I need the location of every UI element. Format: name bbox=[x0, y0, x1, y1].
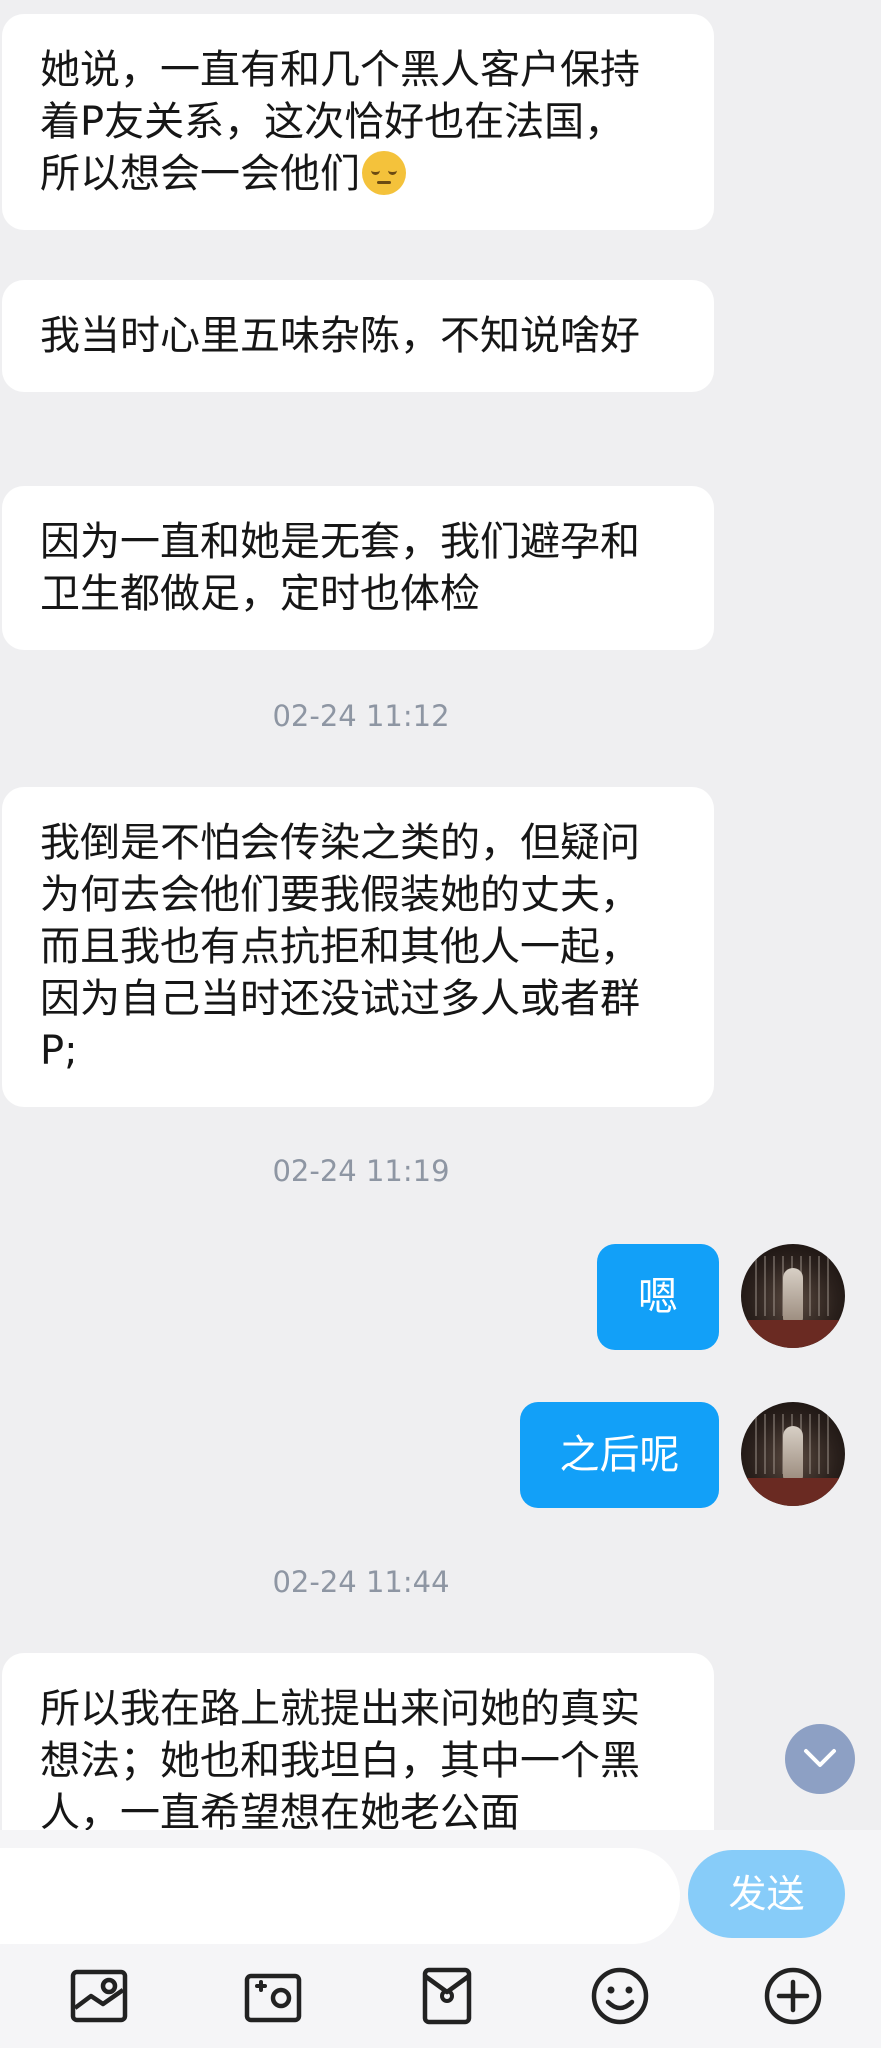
bottom-toolbar bbox=[0, 1948, 881, 2048]
message-text: 所以我在路上就提出来问她的真实想法；她也和我坦白，其中一个黑人，一直希望想在她老… bbox=[40, 1686, 640, 1830]
plus-icon[interactable] bbox=[761, 1964, 825, 2028]
timestamp: 02-24 11:19 bbox=[272, 1154, 450, 1188]
message-text: 我倒是不怕会传染之类的，但疑问为何去会他们要我假装她的丈夫，而且我也有点抗拒和其… bbox=[40, 820, 640, 1074]
message-bubble-incoming[interactable]: 她说，一直有和几个黑人客户保持着P友关系，这次恰好也在法国，所以想会一会他们 bbox=[2, 14, 714, 230]
message-text: 我当时心里五味杂陈，不知说啥好 bbox=[40, 313, 640, 359]
message-text: 之后呢 bbox=[559, 1432, 680, 1478]
chat-message-list[interactable]: 她说，一直有和几个黑人客户保持着P友关系，这次恰好也在法国，所以想会一会他们 我… bbox=[0, 0, 881, 1830]
message-text: 嗯 bbox=[638, 1274, 678, 1320]
message-input[interactable] bbox=[0, 1848, 680, 1944]
message-bubble-incoming[interactable]: 所以我在路上就提出来问她的真实想法；她也和我坦白，其中一个黑人，一直希望想在她老… bbox=[2, 1653, 714, 1830]
avatar[interactable] bbox=[741, 1244, 845, 1348]
message-bubble-outgoing[interactable]: 之后呢 bbox=[520, 1402, 719, 1508]
pensive-face-icon bbox=[362, 151, 406, 195]
message-text: 因为一直和她是无套，我们避孕和卫生都做足，定时也体检 bbox=[40, 519, 640, 617]
scroll-to-bottom-button[interactable] bbox=[785, 1724, 855, 1794]
chevron-down-icon bbox=[804, 1749, 836, 1767]
message-bubble-incoming[interactable]: 我倒是不怕会传染之类的，但疑问为何去会他们要我假装她的丈夫，而且我也有点抗拒和其… bbox=[2, 787, 714, 1107]
timestamp: 02-24 11:12 bbox=[272, 699, 450, 733]
message-bubble-outgoing[interactable]: 嗯 bbox=[597, 1244, 719, 1350]
send-button[interactable]: 发送 bbox=[688, 1850, 845, 1938]
message-bubble-incoming[interactable]: 我当时心里五味杂陈，不知说啥好 bbox=[2, 280, 714, 392]
message-text: 她说，一直有和几个黑人客户保持着P友关系，这次恰好也在法国，所以想会一会他们 bbox=[40, 47, 640, 197]
emoji-icon[interactable] bbox=[588, 1964, 652, 2028]
camera-icon[interactable] bbox=[241, 1964, 305, 2028]
timestamp: 02-24 11:44 bbox=[272, 1565, 450, 1599]
red-packet-icon[interactable] bbox=[415, 1964, 479, 2028]
message-bubble-incoming[interactable]: 因为一直和她是无套，我们避孕和卫生都做足，定时也体检 bbox=[2, 486, 714, 650]
avatar[interactable] bbox=[741, 1402, 845, 1506]
input-bar: 发送 bbox=[0, 1830, 881, 1948]
image-icon[interactable] bbox=[67, 1964, 131, 2028]
